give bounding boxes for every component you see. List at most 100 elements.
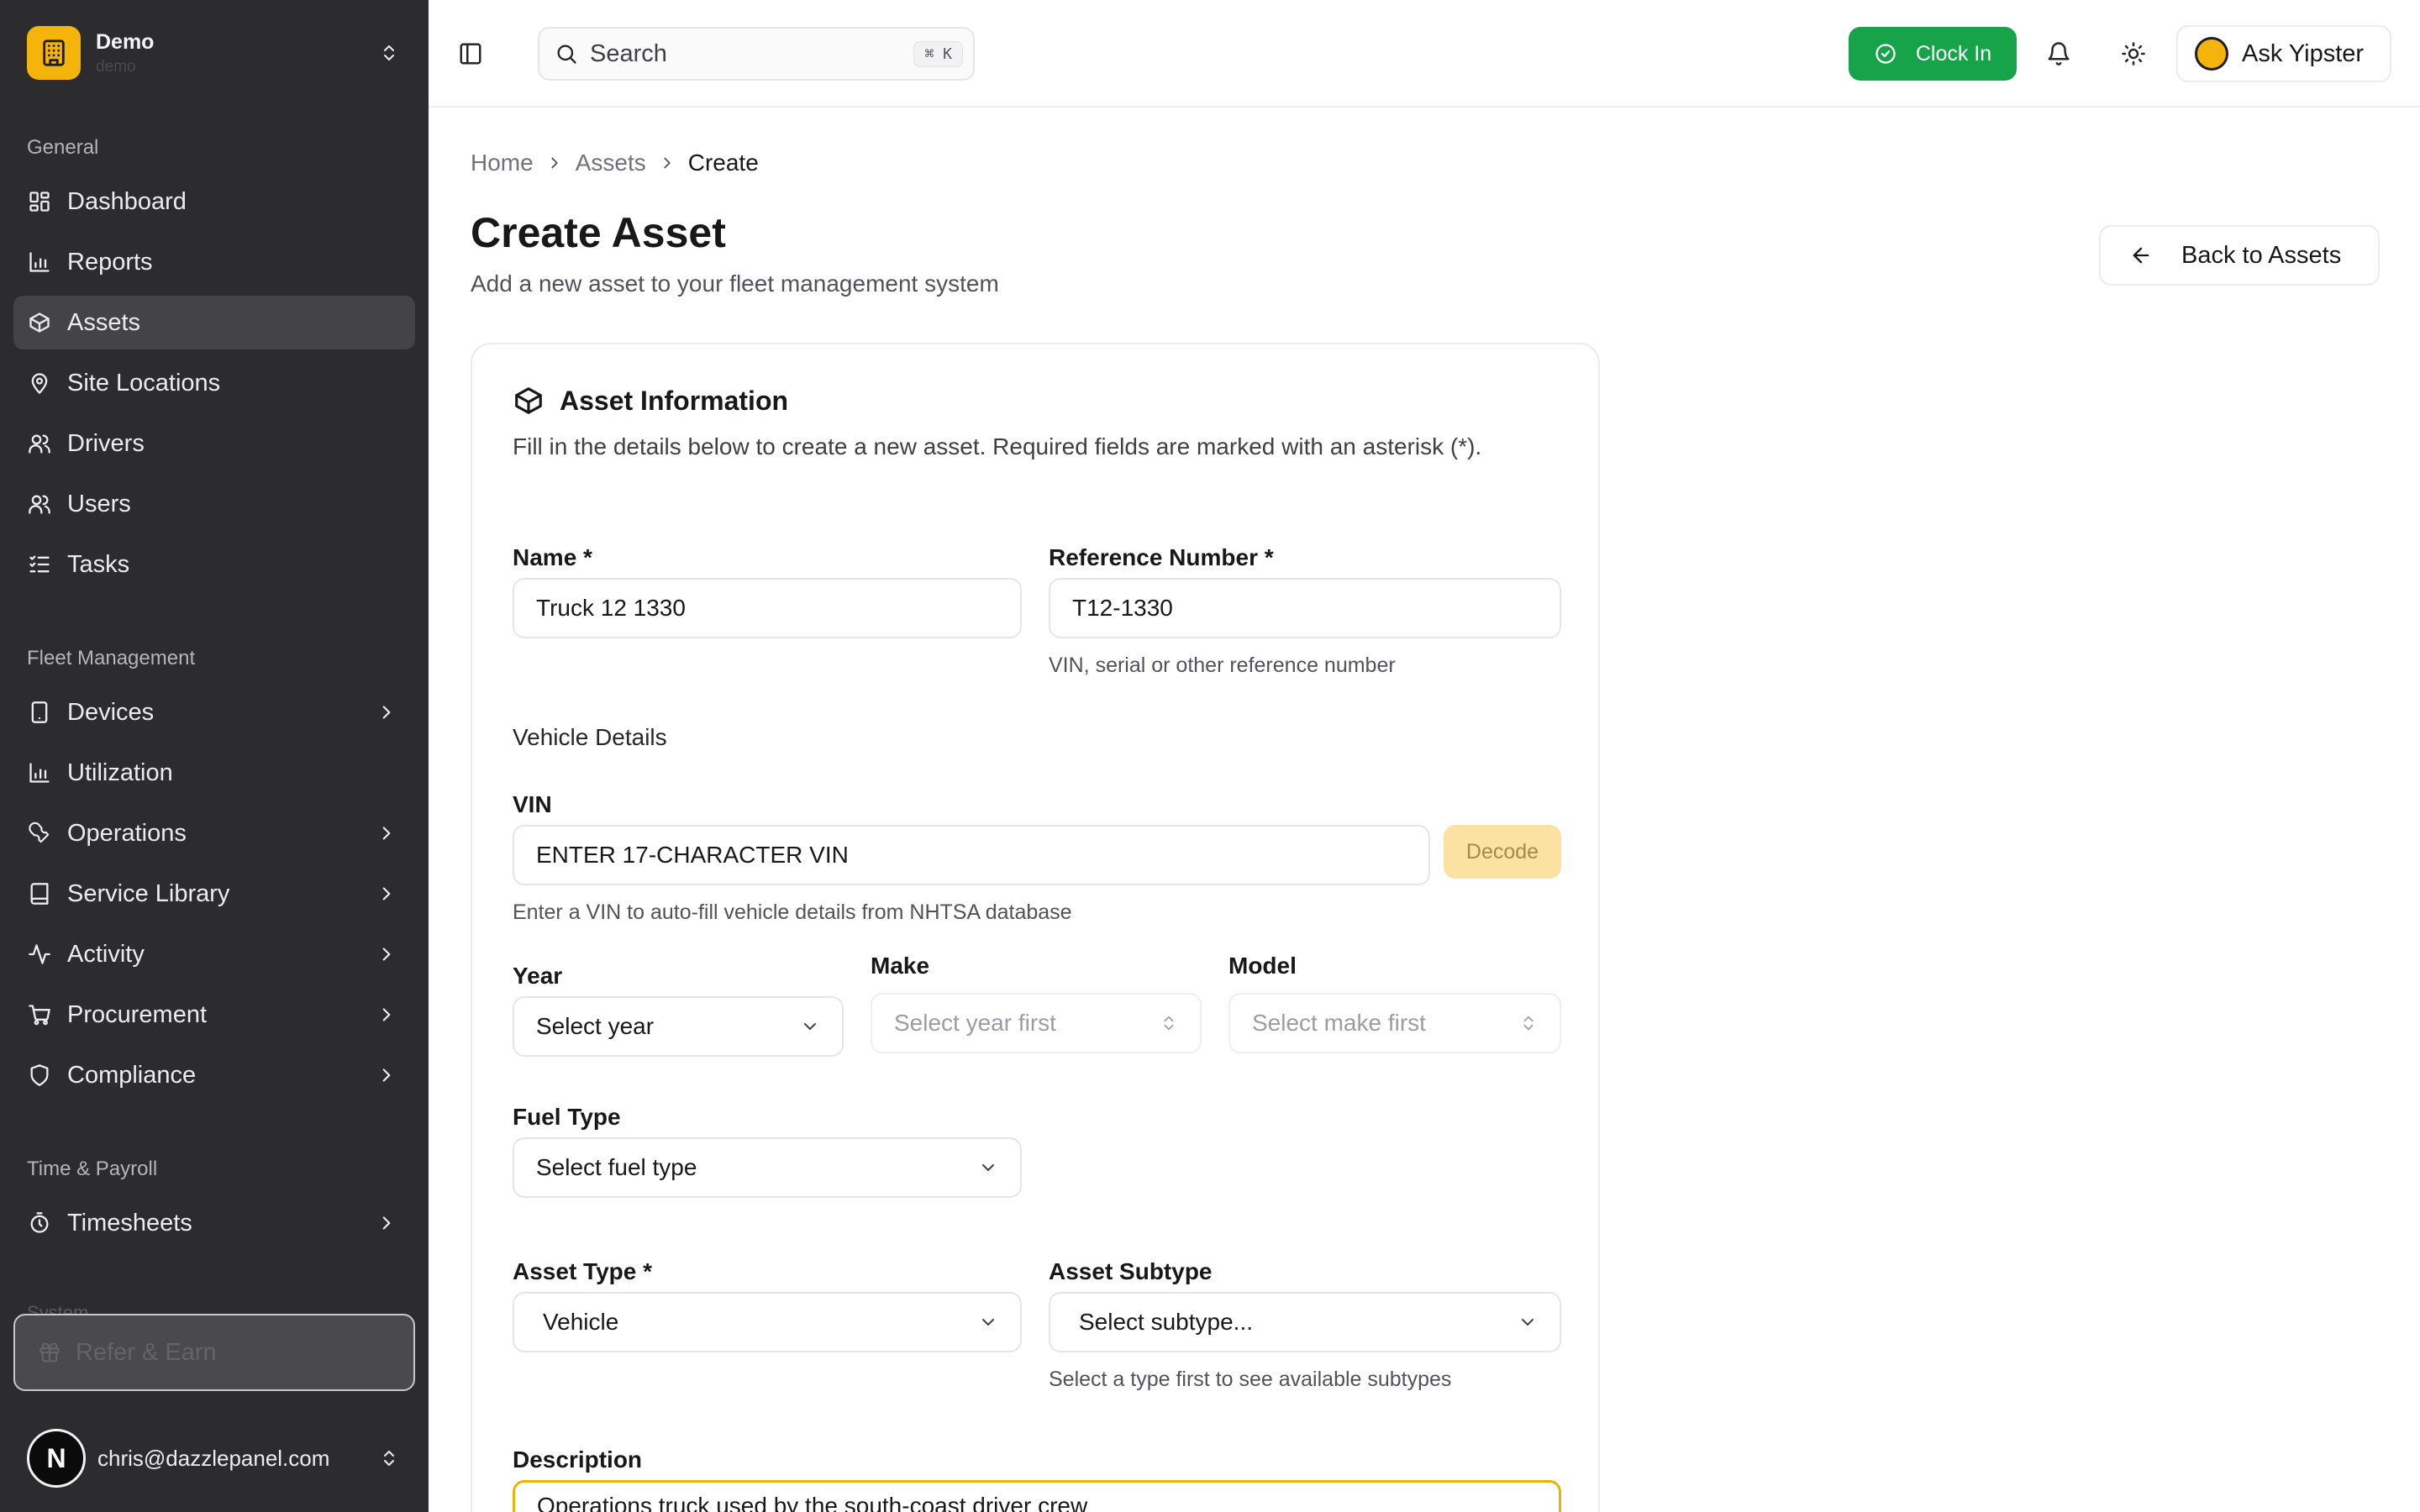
chevron-down-icon [978, 1312, 998, 1332]
activity-icon [27, 942, 52, 967]
avatar-initial: N [46, 1442, 66, 1473]
card-description: Fill in the details below to create a ne… [513, 433, 1482, 459]
sidebar-item-operations[interactable]: Operations [13, 806, 415, 860]
sidebar-item-label: Devices [67, 698, 155, 726]
search-icon [555, 42, 578, 66]
sidebar-item-label: Reports [67, 248, 153, 276]
reference-number-label: Reference Number * [1049, 544, 1274, 570]
chevrons-up-down-icon [376, 1448, 402, 1468]
sidebar-item-label: Utilization [67, 759, 173, 786]
asset-subtype-hint: Select a type first to see available sub… [1049, 1368, 1452, 1391]
ask-yipster-label: Ask Yipster [2242, 39, 2365, 67]
reference-number-input[interactable]: T12-1330 [1049, 578, 1561, 638]
decode-button[interactable]: Decode [1444, 825, 1561, 879]
asset-information-card: Asset Information Fill in the details be… [471, 343, 1600, 1512]
bell-icon[interactable] [2042, 37, 2075, 71]
sidebar-item-users[interactable]: Users [13, 477, 415, 531]
section-label-general: General [27, 136, 99, 159]
yipster-logo-icon [2195, 37, 2228, 71]
asset-subtype-select[interactable]: Select subtype... [1049, 1292, 1561, 1352]
chevrons-up-down-icon [1160, 1014, 1178, 1032]
sidebar-item-label: Assets [67, 308, 141, 336]
chevron-right-icon [545, 154, 564, 172]
page-subtitle: Add a new asset to your fleet management… [471, 270, 999, 297]
breadcrumb-assets[interactable]: Assets [576, 150, 646, 176]
sidebar-item-site-locations[interactable]: Site Locations [13, 356, 415, 410]
tablet-icon [27, 700, 52, 725]
map-pin-icon [27, 370, 52, 396]
vehicle-details-heading: Vehicle Details [513, 724, 667, 750]
sidebar-item-timesheets[interactable]: Timesheets [13, 1196, 415, 1250]
org-switcher[interactable]: Demo demo [27, 25, 402, 81]
chevron-right-icon [373, 1210, 400, 1236]
description-textarea[interactable]: Operations truck used by the south-coast… [513, 1480, 1561, 1512]
sidebar-item-activity[interactable]: Activity [13, 927, 415, 981]
sidebar-item-drivers[interactable]: Drivers [13, 417, 415, 470]
arrow-left-icon [2129, 244, 2153, 267]
timer-icon [27, 1210, 52, 1236]
asset-type-select[interactable]: Vehicle [513, 1292, 1022, 1352]
user-menu[interactable]: N chris@dazzlepanel.com [27, 1428, 402, 1488]
sidebar-item-reports[interactable]: Reports [13, 235, 415, 289]
fuel-type-label: Fuel Type [513, 1104, 621, 1130]
make-select[interactable]: Select year first [871, 993, 1202, 1053]
breadcrumb-home[interactable]: Home [471, 150, 534, 176]
vin-label: VIN [513, 791, 552, 817]
sidebar-toggle-icon[interactable] [454, 37, 487, 71]
description-label: Description [513, 1446, 643, 1473]
building-icon [27, 26, 81, 80]
page-title: Create Asset [471, 209, 726, 256]
search-input[interactable]: Search ⌘ K [538, 27, 975, 81]
sidebar-item-label: Procurement [67, 1000, 208, 1028]
sidebar-item-utilization[interactable]: Utilization [13, 746, 415, 800]
year-select[interactable]: Select year [513, 996, 844, 1057]
card-title: Asset Information [560, 385, 789, 416]
sidebar-item-service-library[interactable]: Service Library [13, 867, 415, 921]
name-value: Truck 12 1330 [536, 595, 686, 621]
year-value: Select year [536, 1013, 655, 1039]
sidebar-item-label: Users [67, 490, 131, 517]
fuel-type-value: Select fuel type [536, 1154, 697, 1180]
sidebar-item-procurement[interactable]: Procurement [13, 988, 415, 1042]
sidebar-item-tasks[interactable]: Tasks [13, 538, 415, 591]
users-icon [27, 431, 52, 456]
user-email: chris@dazzlepanel.com [97, 1445, 330, 1471]
sidebar-item-dashboard[interactable]: Dashboard [13, 175, 415, 228]
vin-input[interactable]: ENTER 17-CHARACTER VIN [513, 825, 1430, 885]
back-to-assets-button[interactable]: Back to Assets [2099, 225, 2380, 286]
name-input[interactable]: Truck 12 1330 [513, 578, 1022, 638]
topbar: Search ⌘ K Clock In Ask Yipster [429, 0, 2420, 108]
chevron-right-icon [658, 154, 676, 172]
section-label-fleet: Fleet Management [27, 647, 196, 669]
reference-number-hint: VIN, serial or other reference number [1049, 654, 1396, 677]
asset-subtype-label: Asset Subtype [1049, 1258, 1213, 1284]
chevron-down-icon [800, 1016, 820, 1037]
sidebar-item-label: Compliance [67, 1061, 197, 1089]
ask-yipster-button[interactable]: Ask Yipster [2176, 25, 2391, 82]
sidebar-item-devices[interactable]: Devices [13, 685, 415, 739]
sidebar: Demo demo General Dashboard Reports Asse… [0, 0, 429, 1512]
search-shortcut: ⌘ K [913, 40, 963, 67]
chevron-right-icon [373, 941, 400, 968]
reference-number-value: T12-1330 [1072, 595, 1173, 621]
gift-icon [37, 1340, 62, 1365]
chart-icon [27, 760, 52, 785]
model-select[interactable]: Select make first [1228, 993, 1561, 1053]
wrench-icon [27, 821, 52, 846]
sun-icon[interactable] [2117, 37, 2150, 71]
search-placeholder: Search [590, 39, 667, 67]
fuel-type-select[interactable]: Select fuel type [513, 1137, 1022, 1198]
year-label: Year [513, 963, 563, 989]
sidebar-item-compliance[interactable]: Compliance [13, 1048, 415, 1102]
org-subtitle: demo [96, 57, 136, 76]
section-label-time-payroll: Time & Payroll [27, 1158, 158, 1180]
back-to-assets-label: Back to Assets [2181, 241, 2342, 269]
clock-in-button[interactable]: Clock In [1849, 27, 2017, 81]
vin-hint: Enter a VIN to auto-fill vehicle details… [513, 900, 1072, 924]
refer-earn-button[interactable]: Refer & Earn [13, 1314, 415, 1391]
breadcrumb-current: Create [687, 150, 759, 176]
avatar: N [27, 1429, 86, 1488]
sidebar-item-assets[interactable]: Assets [13, 296, 415, 349]
chevrons-up-down-icon [1519, 1014, 1538, 1032]
chevron-down-icon [978, 1158, 998, 1178]
